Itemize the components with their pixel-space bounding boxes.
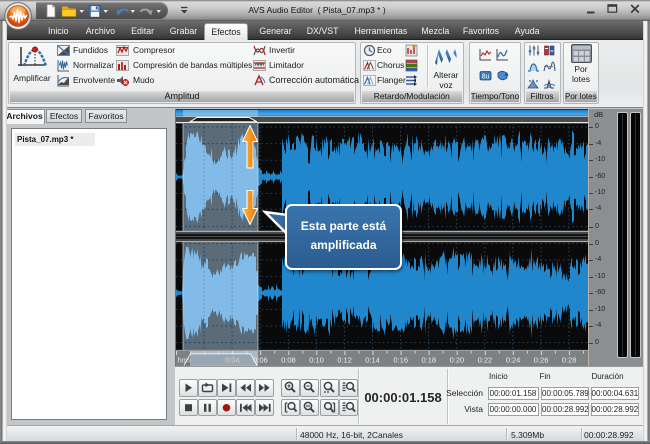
- svg-text:0:18: 0:18: [421, 356, 436, 365]
- svg-text:8u: 8u: [481, 73, 489, 80]
- svg-text:0:20: 0:20: [450, 356, 465, 365]
- svg-text:0:14: 0:14: [365, 356, 380, 365]
- svg-text:0:28: 0:28: [562, 356, 577, 365]
- svg-text:0:26: 0:26: [534, 356, 549, 365]
- svg-text:0:08: 0:08: [281, 356, 296, 365]
- svg-text:0:16: 0:16: [393, 356, 408, 365]
- svg-text:0:12: 0:12: [337, 356, 352, 365]
- svg-text:0:24: 0:24: [506, 356, 521, 365]
- svg-text:0:10: 0:10: [309, 356, 324, 365]
- svg-text:0:22: 0:22: [478, 356, 493, 365]
